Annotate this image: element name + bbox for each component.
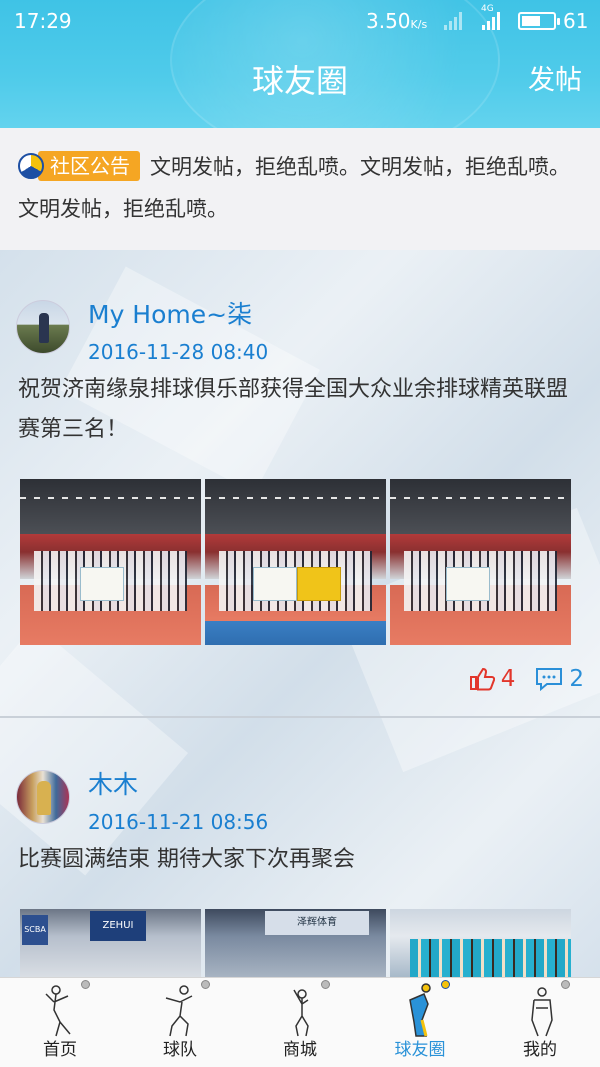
volleyball-icon (441, 980, 450, 989)
comment-icon (536, 668, 563, 691)
post-feed[interactable]: My Home~柒 2016-11-28 08:40 祝贺济南缘泉排球俱乐部获得… (0, 250, 600, 977)
volleyball-icon (201, 980, 210, 989)
post-photo[interactable] (390, 909, 571, 977)
post-photo[interactable] (20, 479, 201, 645)
circle-player-icon (409, 983, 431, 1037)
tab-label: 球队 (163, 1040, 197, 1060)
home-player-icon (45, 985, 71, 1037)
comment-button[interactable]: 2 (535, 666, 584, 692)
post-username[interactable]: 木木 (88, 768, 138, 802)
tab-team[interactable]: 球队 (120, 978, 240, 1067)
tab-home[interactable]: 首页 (0, 978, 120, 1067)
volleyball-icon (18, 153, 44, 179)
status-bar: 17:29 3.50K/s 4G 61 (0, 0, 600, 42)
post-time: 2016-11-21 08:56 (88, 810, 269, 834)
battery-level: 61 (563, 9, 589, 33)
shop-player-icon (293, 989, 309, 1037)
avatar[interactable] (16, 770, 70, 824)
like-count: 4 (500, 666, 516, 692)
thumbs-up-icon (469, 667, 495, 691)
tab-circle[interactable]: 球友圈 (360, 978, 480, 1067)
post-content: 祝贺济南缘泉排球俱乐部获得全国大众业余排球精英联盟赛第三名！ (18, 377, 569, 442)
background-facet (0, 624, 189, 876)
tab-profile[interactable]: 我的 (480, 978, 600, 1067)
post-photo[interactable]: SCBA ZEHUI (20, 909, 201, 977)
signal-icon (482, 12, 500, 30)
profile-player-icon (531, 987, 553, 1037)
post-photo[interactable]: 泽辉体育 (205, 909, 386, 977)
signal-icon (444, 12, 462, 30)
network-speed: 3.50K/s (366, 0, 427, 46)
tab-label: 商城 (283, 1040, 317, 1060)
photo-sign: SCBA (22, 915, 48, 945)
photo-sign: 泽辉体育 (265, 911, 369, 935)
app-header: 17:29 3.50K/s 4G 61 球友圈 发帖 (0, 0, 600, 128)
post-photo[interactable] (390, 479, 571, 645)
comment-count: 2 (569, 666, 584, 692)
photo-sign: ZEHUI (90, 911, 146, 941)
bottom-tab-bar: 首页 球队 商城 球友圈 我的 (0, 977, 600, 1067)
post-time: 2016-11-28 08:40 (88, 340, 269, 364)
post-divider (0, 716, 600, 718)
volleyball-icon (321, 980, 330, 989)
post-photo[interactable] (205, 479, 386, 645)
network-speed-unit: K/s (410, 18, 428, 31)
like-button[interactable]: 4 (469, 666, 516, 692)
team-player-icon (165, 985, 193, 1037)
post-button[interactable]: 发帖 (528, 60, 582, 102)
tab-label: 首页 (43, 1040, 77, 1060)
post-photos (20, 479, 571, 645)
avatar[interactable] (16, 300, 70, 354)
volleyball-icon (561, 980, 570, 989)
post-username[interactable]: My Home~柒 (88, 298, 252, 332)
tab-label: 我的 (523, 1040, 557, 1060)
battery-icon (518, 12, 560, 30)
tab-label: 球友圈 (394, 1040, 446, 1060)
post-reactions: 4 2 (469, 666, 584, 692)
page-title: 球友圈 (251, 62, 348, 100)
network-speed-value: 3.50 (366, 9, 411, 33)
status-time: 17:29 (14, 9, 72, 33)
volleyball-icon (81, 980, 90, 989)
tab-shop[interactable]: 商城 (240, 978, 360, 1067)
community-notice: 社区公告 文明发帖，拒绝乱喷。文明发帖，拒绝乱喷。文明发帖，拒绝乱喷。 (0, 128, 600, 250)
post-photos: SCBA ZEHUI 泽辉体育 (20, 909, 571, 977)
notice-tag: 社区公告 (38, 151, 140, 181)
post-content: 比赛圆满结束 期待大家下次再聚会 (18, 847, 355, 872)
